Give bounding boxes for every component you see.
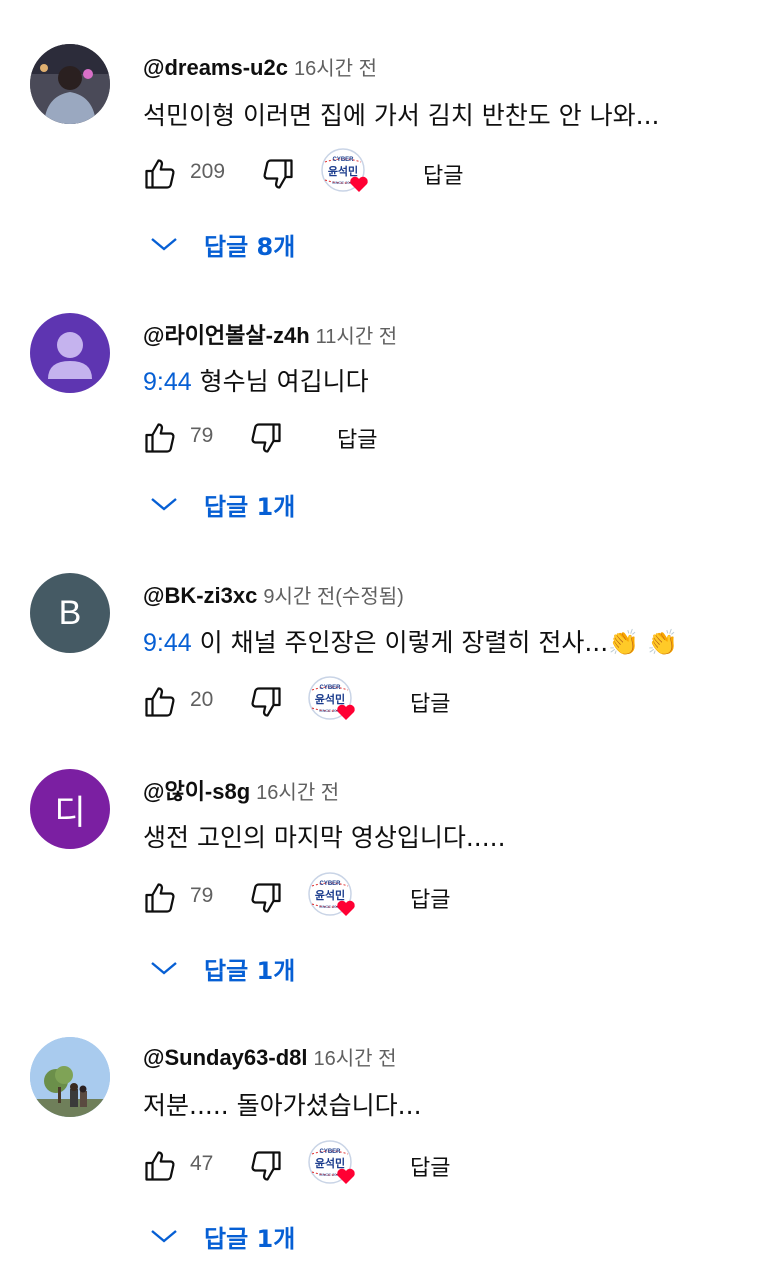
comment-text: 생전 고인의 마지막 영상입니다..... <box>143 818 506 854</box>
dislike-button[interactable] <box>244 1144 288 1188</box>
replies-label: 답글 1개 <box>204 956 296 985</box>
comment-body: 이 채널 주인장은 이렇게 장렬히 전사... <box>191 628 609 657</box>
thumbs-down-icon <box>251 1151 281 1181</box>
creator-avatar-heart-icon: CYBER 윤석민 SINCE 2005 <box>308 1140 355 1184</box>
comment-author[interactable]: @dreams-u2c <box>143 55 288 80</box>
thumbs-down-icon <box>263 159 293 189</box>
avatar[interactable] <box>30 44 110 124</box>
comment-body: 형수님 여깁니다 <box>191 367 369 396</box>
badge-main-text: 윤석민 <box>315 692 345 706</box>
chevron-down-icon <box>151 238 177 251</box>
comment-time[interactable]: 16시간 전 <box>256 782 339 804</box>
avatar-letter: 디 <box>54 793 86 832</box>
reply-button[interactable]: 답글 <box>410 686 450 718</box>
timestamp-link[interactable]: 9:44 <box>143 629 192 657</box>
avatar-letter: B <box>58 593 82 632</box>
outdoor-photo-avatar <box>30 1037 110 1117</box>
thumbs-up-icon <box>145 423 175 453</box>
like-count: 79 <box>190 424 214 447</box>
thumbs-down-icon <box>251 687 281 717</box>
comment-author[interactable]: @BK-zi3xc <box>143 583 257 608</box>
comment-text: 9:44 형수님 여깁니다 <box>143 362 369 398</box>
comment-time[interactable]: 11시간 전 <box>316 326 398 348</box>
comment-body: 생전 고인의 마지막 영상입니다..... <box>143 823 506 852</box>
comment-text: 저분..... 돌아가셨습니다... <box>143 1086 422 1122</box>
comment-time[interactable]: 9시간 전(수정됨) <box>263 586 403 608</box>
view-replies-button[interactable]: 답글 1개 <box>150 1218 295 1254</box>
dislike-button[interactable] <box>244 680 288 724</box>
comment-text: 석민이형 이러면 집에 가서 김치 반찬도 안 나와... <box>143 96 659 132</box>
avatar[interactable] <box>30 313 110 393</box>
view-replies-button[interactable]: 답글 8개 <box>150 226 295 262</box>
badge-main-text: 윤석민 <box>328 164 358 178</box>
like-count: 209 <box>190 160 226 183</box>
like-count: 79 <box>190 884 214 907</box>
comment-text: 9:44 이 채널 주인장은 이렇게 장렬히 전사...👏 👏 <box>143 623 678 659</box>
chevron-down-icon <box>151 498 177 511</box>
thumbs-up-icon <box>145 159 175 189</box>
badge-top-text: CYBER <box>319 685 341 691</box>
comment-time[interactable]: 16시간 전 <box>294 58 377 80</box>
thumbs-down-icon <box>251 423 281 453</box>
like-count: 20 <box>190 688 214 711</box>
view-replies-button[interactable]: 답글 1개 <box>150 950 295 986</box>
comment-body: 석민이형 이러면 집에 가서 김치 반찬도 안 나와... <box>143 101 660 130</box>
thumbs-up-icon <box>145 687 175 717</box>
thumbs-up-icon <box>145 1151 175 1181</box>
avatar[interactable] <box>30 1037 110 1117</box>
dislike-button[interactable] <box>244 876 288 920</box>
timestamp-link[interactable]: 9:44 <box>143 368 192 396</box>
dislike-button[interactable] <box>256 152 300 196</box>
replies-label: 답글 1개 <box>204 1224 296 1253</box>
creator-heart-badge: CYBER 윤석민 SINCE 2005 <box>308 872 358 922</box>
creator-avatar-heart-icon: CYBER 윤석민 SINCE 2005 <box>321 148 368 192</box>
badge-main-text: 윤석민 <box>315 1156 345 1170</box>
badge-top-text: CYBER <box>319 1149 341 1155</box>
creator-avatar-heart-icon: CYBER 윤석민 SINCE 2005 <box>308 872 355 916</box>
comment-time[interactable]: 16시간 전 <box>314 1048 397 1070</box>
like-button[interactable] <box>138 416 182 460</box>
person-photo-avatar <box>30 44 110 124</box>
avatar[interactable]: 디 <box>30 769 110 849</box>
dislike-button[interactable] <box>244 416 288 460</box>
like-button[interactable] <box>138 152 182 196</box>
replies-label: 답글 1개 <box>204 492 296 521</box>
chevron-down-icon <box>151 1230 177 1243</box>
thumbs-down-icon <box>251 883 281 913</box>
like-count: 47 <box>190 1152 214 1175</box>
reply-button[interactable]: 답글 <box>423 158 463 190</box>
view-replies-button[interactable]: 답글 1개 <box>150 486 295 522</box>
creator-heart-badge: CYBER 윤석민 SINCE 2005 <box>321 148 371 198</box>
badge-main-text: 윤석민 <box>315 888 345 902</box>
creator-heart-badge: CYBER 윤석민 SINCE 2005 <box>308 676 358 726</box>
reply-button[interactable]: 답글 <box>337 422 377 454</box>
chevron-down-icon <box>151 962 177 975</box>
comment-author[interactable]: @라이언볼살-z4h <box>143 323 310 348</box>
comment-author[interactable]: @않이-s8g <box>143 779 250 804</box>
creator-heart-badge: CYBER 윤석민 SINCE 2005 <box>308 1140 358 1190</box>
like-button[interactable] <box>138 680 182 724</box>
thumbs-up-icon <box>145 883 175 913</box>
like-button[interactable] <box>138 876 182 920</box>
reply-button[interactable]: 답글 <box>410 882 450 914</box>
like-button[interactable] <box>138 1144 182 1188</box>
creator-avatar-heart-icon: CYBER 윤석민 SINCE 2005 <box>308 676 355 720</box>
reply-button[interactable]: 답글 <box>410 1150 450 1182</box>
comment-body: 저분..... 돌아가셨습니다... <box>143 1091 422 1120</box>
avatar[interactable]: B <box>30 573 110 653</box>
comment-author[interactable]: @Sunday63-d8l <box>143 1045 308 1070</box>
replies-label: 답글 8개 <box>204 232 296 261</box>
badge-top-text: CYBER <box>332 157 354 163</box>
badge-top-text: CYBER <box>319 881 341 887</box>
default-person-avatar <box>48 332 92 379</box>
clapping-hands-emoji: 👏 👏 <box>608 628 679 657</box>
